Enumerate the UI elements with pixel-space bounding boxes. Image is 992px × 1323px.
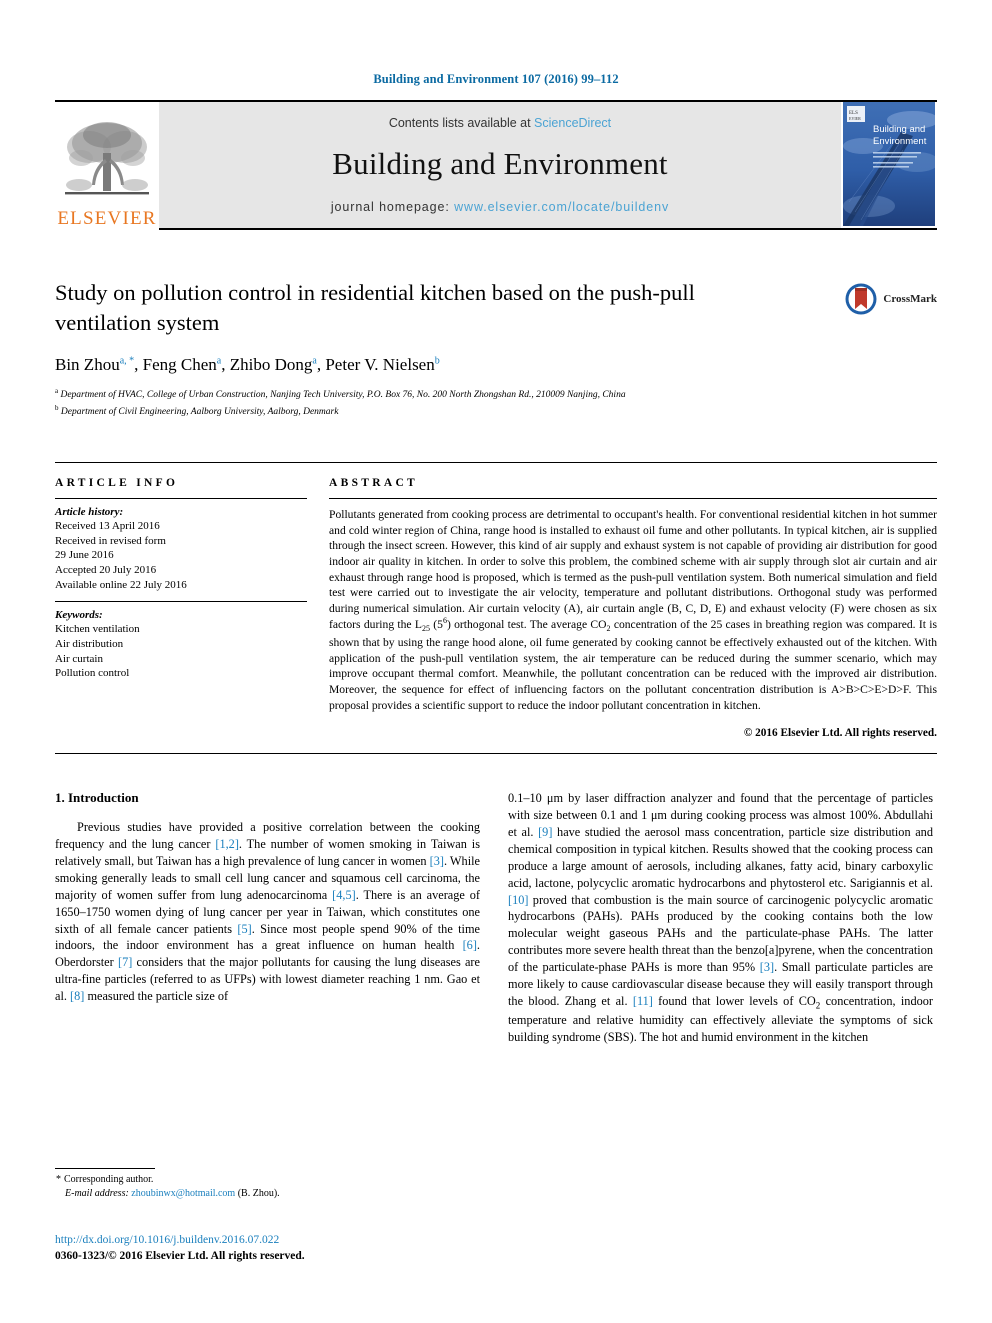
l25-subscript: 25 (421, 624, 430, 634)
citation-link[interactable]: [6] (463, 938, 477, 952)
contents-prefix: Contents lists available at (388, 115, 535, 130)
homepage-prefix: journal homepage: (330, 199, 455, 214)
section-divider (55, 753, 937, 755)
intro-paragraph-left: Previous studies have provided a positiv… (55, 819, 480, 1005)
abstract-part-1: Pollutants generated from cooking proces… (329, 508, 937, 632)
keywords-group: Keywords: Kitchen ventilation Air distri… (55, 602, 307, 690)
citation-link[interactable]: [7] (118, 955, 132, 969)
abstract-text: Pollutants generated from cooking proces… (329, 498, 937, 713)
keywords-label: Keywords: (55, 609, 103, 622)
affiliation-mark: b (55, 404, 59, 413)
author-marks: a (312, 355, 317, 367)
affiliation-item: a Department of HVAC, College of Urban C… (55, 386, 937, 403)
corresponding-author-footnote: * Corresponding author. E-mail address: z… (55, 1168, 480, 1201)
citation-link[interactable]: [11] (633, 994, 653, 1008)
affiliation-text: Department of HVAC, College of Urban Con… (60, 390, 626, 401)
email-label: E-mail address: (65, 1188, 129, 1200)
footnote-rule (55, 1168, 155, 1169)
journal-cover-thumbnail: ELS EVIER Building and Environment (841, 102, 937, 230)
intro-paragraph-right: 0.1–10 μm by laser diffraction analyzer … (508, 790, 933, 1046)
corresponding-author-line: * Corresponding author. (55, 1173, 480, 1187)
affiliations: a Department of HVAC, College of Urban C… (55, 386, 937, 420)
doi-link[interactable]: http://dx.doi.org/10.1016/j.buildenv.201… (55, 1232, 515, 1248)
issn-copyright-line: 0360-1323/© 2016 Elsevier Ltd. All right… (55, 1250, 305, 1263)
keyword-item: Kitchen ventilation (55, 623, 140, 636)
running-head: Building and Environment 107 (2016) 99–1… (373, 72, 619, 86)
affiliation-item: b Department of Civil Engineering, Aalbo… (55, 403, 937, 420)
citation-link[interactable]: [5] (237, 922, 251, 936)
copyright-line: © 2016 Elsevier Ltd. All rights reserved… (743, 727, 937, 740)
journal-homepage-line: journal homepage: www.elsevier.com/locat… (331, 200, 669, 214)
history-line: Received in revised form (55, 534, 166, 547)
history-line: 29 June 2016 (55, 549, 114, 562)
abstract-column: ABSTRACT Pollutants generated from cooki… (329, 477, 937, 739)
affiliation-text: Department of Civil Engineering, Aalborg… (60, 407, 339, 418)
author-name: Peter V. Nielsen (325, 355, 435, 375)
cover-title-line1: Building and (873, 124, 925, 135)
citation-link[interactable]: [8] (70, 989, 84, 1003)
author-marks: b (434, 355, 440, 367)
crossmark-label: CrossMark (883, 293, 937, 305)
keyword-item: Air distribution (55, 637, 124, 650)
title-block: CrossMark Study on pollution control in … (55, 278, 937, 420)
email-line: E-mail address: zhoubinwx@hotmail.com (B… (55, 1187, 480, 1201)
text-run: have studied the aerosol mass concentrat… (508, 824, 933, 890)
elsevier-logo: ELSEVIER (55, 102, 159, 230)
sciencedirect-link[interactable]: ScienceDirect (534, 116, 611, 130)
abstract-part-2: ) orthogonal test. The average CO (446, 618, 607, 632)
elsevier-tree-icon (65, 122, 149, 195)
body-right-column: 0.1–10 μm by laser diffraction analyzer … (508, 790, 933, 1046)
paper-page: Building and Environment 107 (2016) 99–1… (0, 0, 992, 1323)
keyword-item: Pollution control (55, 667, 130, 680)
author-marks: a, * (119, 355, 135, 367)
cover-image-icon: ELS EVIER Building and Environment (843, 102, 935, 226)
abstract-paren: (5 (429, 618, 443, 632)
citation-link[interactable]: [9] (538, 825, 552, 839)
article-history-group: Article history: Received 13 April 2016 … (55, 499, 307, 601)
affiliation-mark: a (55, 387, 59, 396)
history-line: Available online 22 July 2016 (55, 578, 187, 591)
text-run: measured the particle size of (84, 989, 229, 1004)
email-owner: (B. Zhou). (237, 1188, 280, 1200)
cover-title-line2: Environment (873, 136, 927, 147)
contents-available-line: Contents lists available at ScienceDirec… (389, 116, 611, 130)
body-columns: 1. Introduction Previous studies have pr… (55, 790, 937, 1046)
homepage-url-link[interactable]: www.elsevier.com/locate/buildenv (454, 200, 669, 214)
citation-link[interactable]: [3] (760, 960, 774, 974)
citation-link[interactable]: [3] (430, 854, 444, 868)
author-list: Bin Zhoua, *, Feng Chena, Zhibo Donga, P… (55, 355, 440, 375)
abstract-heading: ABSTRACT (329, 477, 419, 490)
history-line: Accepted 20 July 2016 (55, 564, 157, 577)
doi-block: http://dx.doi.org/10.1016/j.buildenv.201… (55, 1232, 515, 1264)
citation-link[interactable]: [10] (508, 893, 529, 907)
journal-title: Building and Environment (332, 145, 668, 181)
abstract-part-3: concentration of the 25 cases in breathi… (329, 618, 937, 712)
keyword-item: Air curtain (55, 652, 103, 665)
citation-link[interactable]: [4,5] (332, 888, 356, 902)
citation-link[interactable]: [1,2] (215, 837, 239, 851)
page-title: Study on pollution control in residentia… (55, 280, 695, 335)
crossmark-icon (845, 283, 877, 315)
article-info-column: ARTICLE INFO Article history: Received 1… (55, 477, 307, 739)
body-left-column: 1. Introduction Previous studies have pr… (55, 790, 480, 1046)
history-line: Received 13 April 2016 (55, 520, 160, 533)
masthead-center: Contents lists available at ScienceDirec… (159, 102, 841, 230)
journal-masthead: ELSEVIER Contents lists available at Sci… (55, 100, 937, 230)
info-abstract-region: ARTICLE INFO Article history: Received 1… (55, 462, 937, 739)
author-name: Bin Zhou (55, 355, 120, 375)
asterisk-icon: * (56, 1174, 61, 1185)
corresponding-author-label: Corresponding author. (64, 1174, 154, 1185)
email-link[interactable]: zhoubinwx@hotmail.com (131, 1188, 235, 1199)
svg-text:EVIER: EVIER (849, 116, 861, 121)
author-name: Zhibo Dong (229, 355, 313, 375)
crossmark-badge[interactable]: CrossMark (844, 282, 937, 316)
elsevier-wordmark: ELSEVIER (57, 208, 157, 229)
article-info-heading: ARTICLE INFO (55, 477, 179, 490)
introduction-heading: 1. Introduction (55, 790, 139, 806)
author-marks: a (216, 355, 222, 367)
text-run: found that lower levels of CO (652, 993, 816, 1008)
author-name: Feng Chen (142, 355, 217, 375)
article-history-label: Article history: (55, 506, 124, 519)
